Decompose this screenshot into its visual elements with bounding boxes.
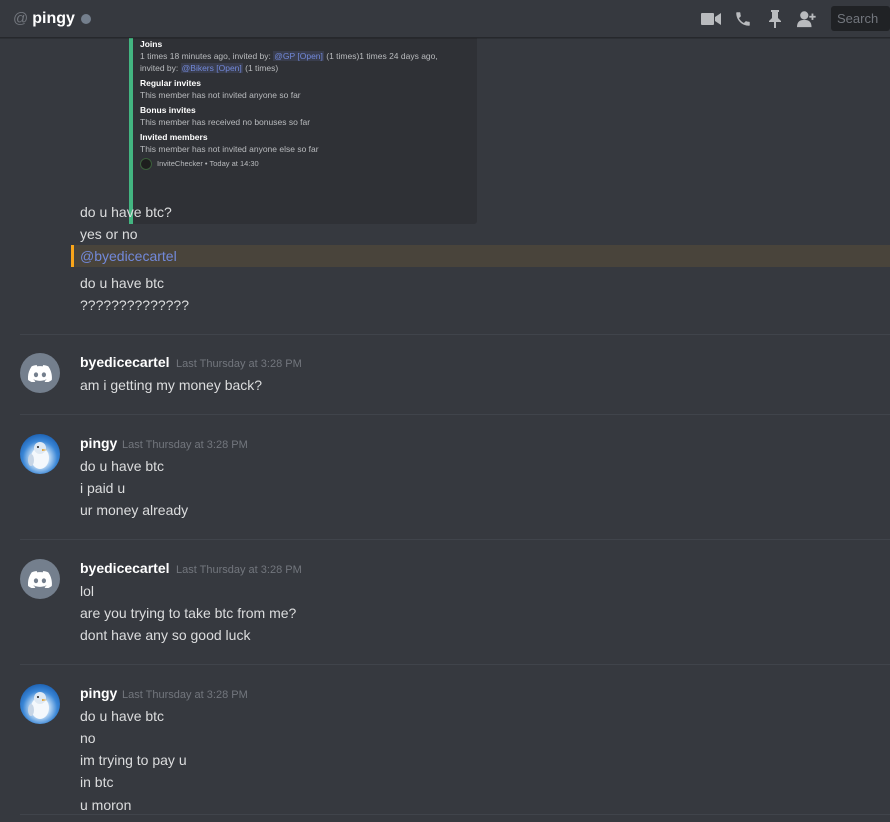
embed-field-title: Regular invites <box>140 78 201 88</box>
message-line: do u have btc <box>80 458 165 474</box>
message-list: Joins 1 times 18 minutes ago, invited by… <box>0 38 890 822</box>
role-mention[interactable]: @Bikers [Open] <box>180 63 243 73</box>
embed-footer-text: InviteChecker • Today at 14:30 <box>157 159 259 168</box>
message-line: in btc <box>80 774 114 790</box>
message-author[interactable]: byedicecartel <box>80 354 170 370</box>
video-call-icon[interactable] <box>701 9 721 29</box>
embed-field-value: 1 times 18 minutes ago, invited by: @GP … <box>140 51 438 61</box>
message-line: do u have btc? <box>80 204 172 220</box>
discord-logo-icon <box>28 570 52 588</box>
embed-footer: InviteChecker • Today at 14:30 <box>140 158 477 170</box>
offline-status-icon <box>80 13 91 24</box>
invite-checker-embed: Joins 1 times 18 minutes ago, invited by… <box>129 38 477 224</box>
embed-field-value: This member has not invited anyone else … <box>140 144 319 154</box>
discord-logo-icon <box>28 364 52 382</box>
add-friend-icon[interactable] <box>797 9 817 29</box>
message-line: do u have btc <box>80 708 165 724</box>
message-timestamp: Last Thursday at 3:28 PM <box>122 689 248 701</box>
message-author[interactable]: pingy <box>80 435 117 451</box>
message-line: are you trying to take btc from me? <box>80 605 297 621</box>
search-input[interactable]: Search <box>831 6 890 31</box>
message-line: im trying to pay u <box>80 752 187 768</box>
message-divider <box>20 664 890 665</box>
embed-field-title: Bonus invites <box>140 105 196 115</box>
message-author[interactable]: byedicecartel <box>80 560 170 576</box>
user-mention[interactable]: @byedicecartel <box>80 248 177 264</box>
embed-field-title: Joins <box>140 39 163 49</box>
pinned-messages-icon[interactable] <box>765 9 785 29</box>
mention-highlight: @byedicecartel <box>71 245 890 267</box>
message-line: do u have btc <box>80 275 165 291</box>
message-line: i paid u <box>80 480 126 496</box>
embed-field-title: Invited members <box>140 132 208 142</box>
message-timestamp: Last Thursday at 3:28 PM <box>176 358 302 370</box>
message-line: ur money already <box>80 502 189 518</box>
message-timestamp: Last Thursday at 3:28 PM <box>176 564 302 576</box>
embed-field-value: This member has not invited anyone so fa… <box>140 90 301 100</box>
message-divider <box>20 814 890 815</box>
message-line: ?????????????? <box>80 297 190 313</box>
header-toolbar: Search <box>701 0 890 37</box>
penguin-avatar-icon <box>28 442 49 469</box>
message-line: am i getting my money back? <box>80 377 263 393</box>
embed-field-value: This member has received no bonuses so f… <box>140 117 311 127</box>
avatar[interactable] <box>20 353 60 393</box>
message-divider <box>20 334 890 335</box>
message-line: yes or no <box>80 226 138 242</box>
avatar[interactable] <box>20 684 60 724</box>
bot-avatar-icon <box>140 158 152 170</box>
role-mention[interactable]: @GP [Open] <box>273 51 324 61</box>
message-divider <box>20 539 890 540</box>
message-line: dont have any so good luck <box>80 627 251 643</box>
message-divider <box>20 414 890 415</box>
at-icon: @ <box>13 10 29 27</box>
voice-call-icon[interactable] <box>733 9 753 29</box>
dm-recipient-name[interactable]: pingy <box>32 10 75 28</box>
embed-field-value: invited by: @Bikers [Open] (1 times) <box>140 63 279 73</box>
message-line: lol <box>80 583 95 599</box>
avatar[interactable] <box>20 559 60 599</box>
message-line: no <box>80 730 96 746</box>
channel-header: @ pingy Search <box>0 0 890 38</box>
message-timestamp: Last Thursday at 3:28 PM <box>122 439 248 451</box>
message-line: u moron <box>80 797 132 813</box>
avatar[interactable] <box>20 434 60 474</box>
message-author[interactable]: pingy <box>80 685 117 701</box>
penguin-avatar-icon <box>28 692 49 719</box>
